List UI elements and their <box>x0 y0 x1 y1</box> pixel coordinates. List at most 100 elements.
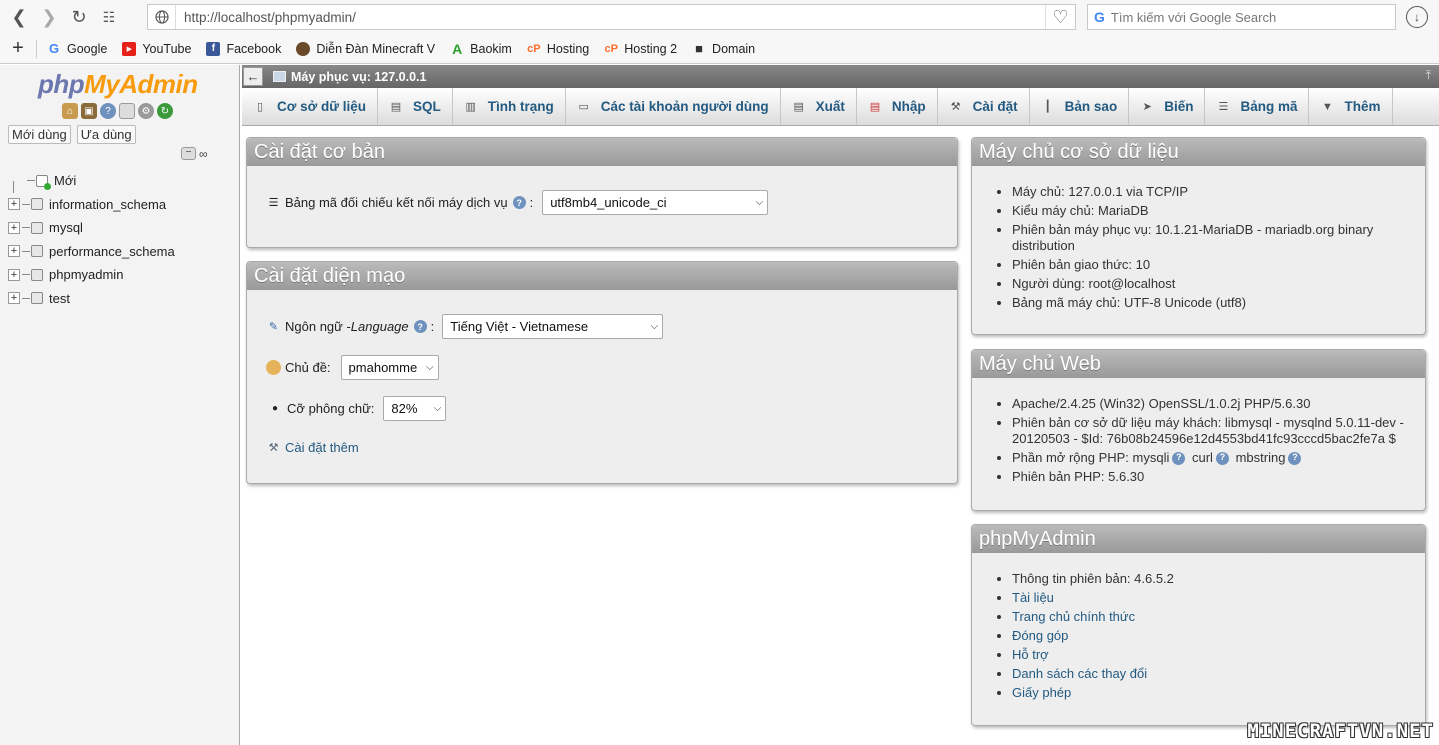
expand-icon[interactable]: + <box>8 221 20 234</box>
list-item: Apache/2.4.25 (Win32) OpenSSL/1.0.2j PHP… <box>1012 396 1417 412</box>
fontsize-row: ● Cỡ phông chữ: 82% ⌵ <box>272 396 447 421</box>
tree-db-item[interactable]: + phpmyadmin <box>8 263 175 287</box>
database-name[interactable]: phpmyadmin <box>49 267 123 282</box>
bookmark-google[interactable]: G Google <box>47 41 107 56</box>
chevron-down-icon: ⌵ <box>425 362 434 373</box>
watermark: MINECRAFTVN.NET <box>1247 720 1434 742</box>
database-name[interactable]: performance_schema <box>49 244 175 259</box>
forward-icon[interactable]: ❯ <box>34 2 64 32</box>
bookmark-hosting[interactable]: cP Hosting <box>527 42 589 56</box>
help-icon[interactable]: ? <box>100 103 116 119</box>
help-icon[interactable]: ? <box>1288 451 1302 465</box>
expand-icon[interactable]: + <box>8 268 20 281</box>
bookmark-youtube[interactable]: ▶ YouTube <box>122 41 191 56</box>
help-icon[interactable]: ? <box>1172 451 1186 465</box>
address-bar[interactable]: http://localhost/phpmyadmin/ ♡ <box>147 4 1076 30</box>
logo-php-text: php <box>38 69 85 99</box>
server-breadcrumb[interactable]: Máy phục vụ: 127.0.0.1 <box>273 70 426 84</box>
changelog-link[interactable]: Danh sách các thay đổi <box>1012 666 1147 681</box>
bookmark-facebook[interactable]: f Facebook <box>206 41 281 56</box>
recent-tab[interactable]: Mới dùng <box>8 125 71 144</box>
tab-charsets[interactable]: ☰ Bảng mã <box>1205 88 1310 125</box>
expand-icon[interactable]: + <box>8 245 20 258</box>
home-icon[interactable]: ⌂ <box>62 103 78 119</box>
tree-db-item[interactable]: + mysql <box>8 216 175 240</box>
search-input[interactable]: G Tìm kiếm với Google Search <box>1087 4 1396 30</box>
globe-icon <box>148 5 176 29</box>
logout-icon[interactable]: ▣ <box>81 103 97 119</box>
tree-new[interactable]: Mới <box>8 169 175 193</box>
phpmyadmin-logo[interactable]: phpMyAdmin <box>38 69 198 100</box>
status-icon: ▥ <box>465 101 476 113</box>
homepage-link[interactable]: Trang chủ chính thức <box>1012 609 1135 624</box>
back-icon[interactable]: ❮ <box>4 2 34 32</box>
reload-icon[interactable]: ↻ <box>64 2 94 32</box>
bookmark-baokim[interactable]: A Baokim <box>450 41 512 57</box>
reload-icon[interactable]: ↻ <box>157 103 173 119</box>
bookmark-hosting-2[interactable]: cP Hosting 2 <box>604 41 678 56</box>
documentation-link[interactable]: Tài liệu <box>1012 590 1054 605</box>
expand-icon[interactable]: + <box>8 198 20 211</box>
speed-dial-icon[interactable]: ☷ <box>94 2 124 32</box>
list-item: Phiên bản PHP: 5.6.30 <box>1012 469 1417 485</box>
tab-status[interactable]: ▥ Tình trạng <box>453 88 566 125</box>
hide-panel-arrow-icon[interactable]: ← <box>243 67 263 86</box>
link-icon[interactable]: ∞ <box>199 147 208 161</box>
collapse-top-icon[interactable]: ⤒ <box>1426 68 1431 83</box>
language-select[interactable]: Tiếng Việt - Vietnamese ⌵ <box>442 314 664 339</box>
bookmark-minecraft[interactable]: Diễn Đàn Minecraft V <box>296 41 435 56</box>
tab-sql[interactable]: ▤ SQL <box>378 88 453 125</box>
tab-user-accounts[interactable]: ▭ Các tài khoản người dùng <box>566 88 781 125</box>
help-icon[interactable]: ? <box>1215 451 1229 465</box>
database-name[interactable]: information_schema <box>49 197 166 212</box>
tab-replication[interactable]: ┃ Bản sao <box>1030 88 1130 125</box>
tab-more[interactable]: ▼ Thêm <box>1309 88 1393 125</box>
database-name[interactable]: test <box>49 291 70 306</box>
web-server-info: Apache/2.4.25 (Win32) OpenSSL/1.0.2j PHP… <box>1012 396 1417 488</box>
docs-icon[interactable] <box>119 103 135 119</box>
new-database-label[interactable]: Mới <box>54 173 76 188</box>
tab-settings[interactable]: ⚒ Cài đặt <box>938 88 1030 125</box>
theme-select[interactable]: pmahomme ⌵ <box>340 355 439 380</box>
favorites-tab[interactable]: Ưa dùng <box>76 125 136 144</box>
database-name[interactable]: mysql <box>49 220 83 235</box>
collation-select[interactable]: utf8mb4_unicode_ci ⌵ <box>542 190 769 215</box>
more-settings-link[interactable]: Cài đặt thêm <box>285 440 359 455</box>
bookmark-domain[interactable]: ■ Domain <box>692 41 755 56</box>
download-icon[interactable]: ↓ <box>1406 6 1428 28</box>
import-icon: ▤ <box>869 101 881 113</box>
logo-myadmin-text: MyAdmin <box>84 69 198 99</box>
collapse-all-icon[interactable]: − <box>181 147 196 160</box>
language-label: Ngôn ngữ - <box>285 319 351 334</box>
tree-db-item[interactable]: + performance_schema <box>8 240 175 264</box>
help-icon[interactable]: ? <box>413 320 427 333</box>
tab-label: Cài đặt <box>972 99 1018 114</box>
contribute-link[interactable]: Đóng góp <box>1012 628 1068 643</box>
tab-import[interactable]: ▤ Nhập <box>857 88 938 125</box>
license-link[interactable]: Giấy phép <box>1012 685 1071 700</box>
palette-icon <box>266 360 281 375</box>
bookmark-label: Hosting 2 <box>624 41 678 56</box>
database-server-panel: Máy chủ cơ sở dữ liệu Máy chủ: 127.0.0.1… <box>971 137 1426 335</box>
help-icon[interactable]: ? <box>512 196 526 209</box>
database-icon: ▯ <box>256 101 264 113</box>
bookmark-heart-icon[interactable]: ♡ <box>1045 5 1075 29</box>
tab-label: Các tài khoản người dùng <box>600 99 769 114</box>
export-icon: ▤ <box>793 101 804 113</box>
url-text[interactable]: http://localhost/phpmyadmin/ <box>176 10 1045 25</box>
tree-db-item[interactable]: + test <box>8 287 175 311</box>
facebook-icon: f <box>206 41 221 56</box>
tab-variables[interactable]: ➤ Biến <box>1129 88 1206 125</box>
support-link[interactable]: Hỗ trợ <box>1012 647 1049 662</box>
add-bookmark-icon[interactable]: + <box>0 37 36 60</box>
gear-icon[interactable]: ⚙ <box>138 103 154 119</box>
tree-db-item[interactable]: + information_schema <box>8 193 175 217</box>
tab-export[interactable]: ▤ Xuất <box>781 88 857 125</box>
fontsize-select[interactable]: 82% ⌵ <box>383 396 447 421</box>
bullet: ● <box>272 403 279 414</box>
wrench-icon: ⚒ <box>268 442 279 454</box>
list-item: Danh sách các thay đổi <box>1012 666 1417 682</box>
expand-icon[interactable]: + <box>8 292 20 305</box>
tree-connector <box>22 274 30 276</box>
tab-databases[interactable]: ▯ Cơ sở dữ liệu <box>242 88 378 125</box>
